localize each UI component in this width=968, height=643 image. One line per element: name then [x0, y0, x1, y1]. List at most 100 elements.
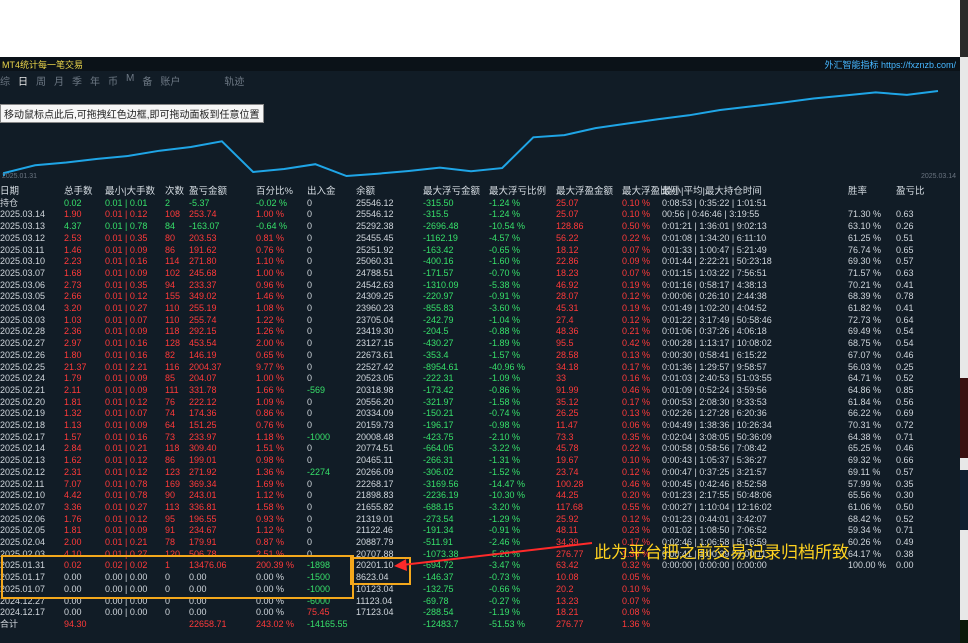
cell-c12: 0:01:03 | 2:40:53 | 51:03:55: [662, 373, 772, 384]
tab-6[interactable]: 币: [108, 73, 118, 88]
cell-c3: 169: [165, 478, 181, 489]
cell-c10: 22.86: [556, 256, 579, 267]
cell-c7: 22673.61: [356, 349, 394, 360]
cell-c4: -5.37: [189, 197, 210, 208]
cell-c2: 0.01 | 0.78: [105, 490, 148, 501]
cell-c13: 71.30 %: [848, 209, 882, 220]
cell-c9: -0.86 %: [489, 384, 521, 395]
cell-c11: 0.23 %: [622, 525, 651, 536]
cell-c13: 69.49 %: [848, 326, 882, 337]
cell-c11: 0.21 %: [622, 326, 651, 337]
cell-c8: -150.21: [423, 408, 454, 419]
cell-c13: 68.42 %: [848, 513, 882, 524]
cell-c12: 0:00:45 | 0:42:46 | 8:52:58: [662, 478, 767, 489]
cell-c14: 0.52: [896, 513, 914, 524]
cell-c7: 25546.12: [356, 209, 394, 220]
cell-c1: 2.00: [64, 537, 82, 547]
cell-c3: 123: [165, 466, 181, 477]
cell-c13: 68.75 %: [848, 338, 882, 349]
tab-10[interactable]: 轨迹: [224, 73, 244, 88]
cell-c14: 0.69: [896, 408, 914, 419]
cell-c2: 0.01 | 0.12: [105, 396, 148, 407]
cell-c13: 68.39 %: [848, 291, 882, 302]
cell-c0: 2025.03.13: [0, 221, 46, 232]
cell-c3: 80: [165, 232, 176, 243]
cell-c4: 369.34: [189, 478, 217, 489]
tab-0[interactable]: 综: [0, 73, 10, 88]
cell-c9: -3.60 %: [489, 303, 521, 313]
cell-c11: 0.07 %: [622, 595, 651, 606]
cell-c14: 0.52: [896, 373, 914, 384]
table-row: 2025.02.14 2.84 0.01 | 0.21 118 309.40 1.51 %…: [0, 443, 960, 455]
cell-c2: 0.01 | 0.01: [105, 197, 148, 208]
cell-c12: 0:01:09 | 0:52:24 | 3:59:56: [662, 384, 767, 395]
cell-c6: 0: [307, 244, 313, 255]
cell-c14: 0.41: [896, 303, 914, 313]
cell-c8: -196.17: [423, 420, 454, 430]
cell-c4: 336.81: [189, 501, 217, 512]
cell-c1: 1.32: [64, 408, 82, 419]
cell-c4: 255.19: [189, 303, 217, 313]
cell-c13: 61.82 %: [848, 303, 882, 313]
tab-9[interactable]: 账户: [160, 73, 180, 88]
table-row: 2025.02.20 1.81 0.01 | 0.12 76 222.12 1.09 % 0…: [0, 397, 960, 409]
cell-c6: 0: [307, 256, 313, 267]
cell-c14: 0.78: [896, 291, 914, 302]
cell-c8: -2696.48: [423, 221, 459, 232]
cell-c14: 0.35: [896, 478, 914, 489]
cell-c12: 最小|平均|最大持仓时间: [662, 186, 762, 197]
cell-c5: 0.93 %: [256, 513, 285, 524]
tab-3[interactable]: 月: [54, 73, 64, 88]
tab-7[interactable]: M: [126, 73, 134, 87]
cell-c7: 23705.04: [356, 314, 394, 325]
cell-c2: 0.01 | 0.07: [105, 408, 148, 419]
cell-c2: 0.01 | 0.12: [105, 291, 148, 302]
stats-panel[interactable]: MT4统计每一笔交易 外汇智能指标 https://fxznzb.com/ 综日…: [0, 57, 960, 643]
cell-c11: 0.20 %: [622, 490, 651, 501]
cell-c10: 25.07: [556, 197, 579, 208]
cell-c0: 2025.03.11: [0, 244, 45, 255]
cell-c3: 76: [165, 396, 176, 407]
cell-c12: 0:01:06 | 0:37:26 | 4:06:18: [662, 326, 767, 337]
cell-c8: 最大浮亏金额: [423, 186, 481, 197]
cell-c9: -4.57 %: [489, 232, 521, 243]
cell-c12: 0:01:23 | 2:17:55 | 50:48:06: [662, 490, 772, 501]
tab-1[interactable]: 日: [18, 73, 28, 88]
title-bar[interactable]: MT4统计每一笔交易 外汇智能指标 https://fxznzb.com/: [0, 57, 960, 71]
table-row: 2025.02.13 1.62 0.01 | 0.12 86 199.01 0.98 % 0…: [0, 455, 960, 467]
tab-5[interactable]: 年: [90, 73, 100, 88]
cell-c10: 117.68: [556, 501, 583, 512]
cell-c9: 最大浮亏比例: [489, 186, 547, 197]
cell-c1: 3.20: [64, 303, 82, 313]
cell-c3: 78: [165, 537, 176, 547]
cell-c8: -222.31: [423, 373, 454, 384]
cell-c11: 0.22 %: [622, 443, 651, 454]
cell-c9: -1.89 %: [489, 338, 521, 349]
cell-c8: -315.50: [423, 197, 454, 208]
cell-c11: 0.10 %: [622, 455, 651, 466]
cell-c2: 0.01 | 0.09: [105, 267, 148, 278]
cell-c5: 1.00 %: [256, 209, 285, 220]
cell-c13: 64.86 %: [848, 384, 882, 395]
cell-c11: 0.12 %: [622, 314, 651, 325]
tab-8[interactable]: 备: [142, 73, 152, 88]
cell-c0: 2025.02.07: [0, 501, 46, 512]
cell-c10: 45.31: [556, 303, 579, 313]
cell-c4: 331.78: [189, 384, 217, 395]
cell-c2: 0.01 | 0.16: [105, 349, 148, 360]
tab-2[interactable]: 周: [36, 73, 46, 88]
table-row: 2025.03.07 1.68 0.01 | 0.09 102 245.68 1.00 %…: [0, 268, 960, 280]
cell-c5: 0.00 %: [256, 607, 285, 618]
brand-link[interactable]: 外汇智能指标 https://fxznzb.com/: [824, 58, 956, 71]
table-row: 2025.03.10 2.23 0.01 | 0.16 114 271.80 1.10 %…: [0, 256, 960, 268]
cell-c12: 0:01:16 | 0:58:17 | 4:38:13: [662, 279, 767, 290]
cell-c9: -1.19 %: [489, 607, 521, 618]
cell-c7: 21655.82: [356, 501, 394, 512]
cell-c6: 0: [307, 396, 313, 407]
tab-4[interactable]: 季: [72, 73, 82, 88]
cell-c13: 100.00 %: [848, 560, 887, 571]
cell-c3: 0: [165, 607, 171, 618]
cell-c1: 1.03: [64, 314, 82, 325]
cell-c4: 271.92: [189, 466, 217, 477]
cell-c1: 21.37: [64, 361, 87, 372]
